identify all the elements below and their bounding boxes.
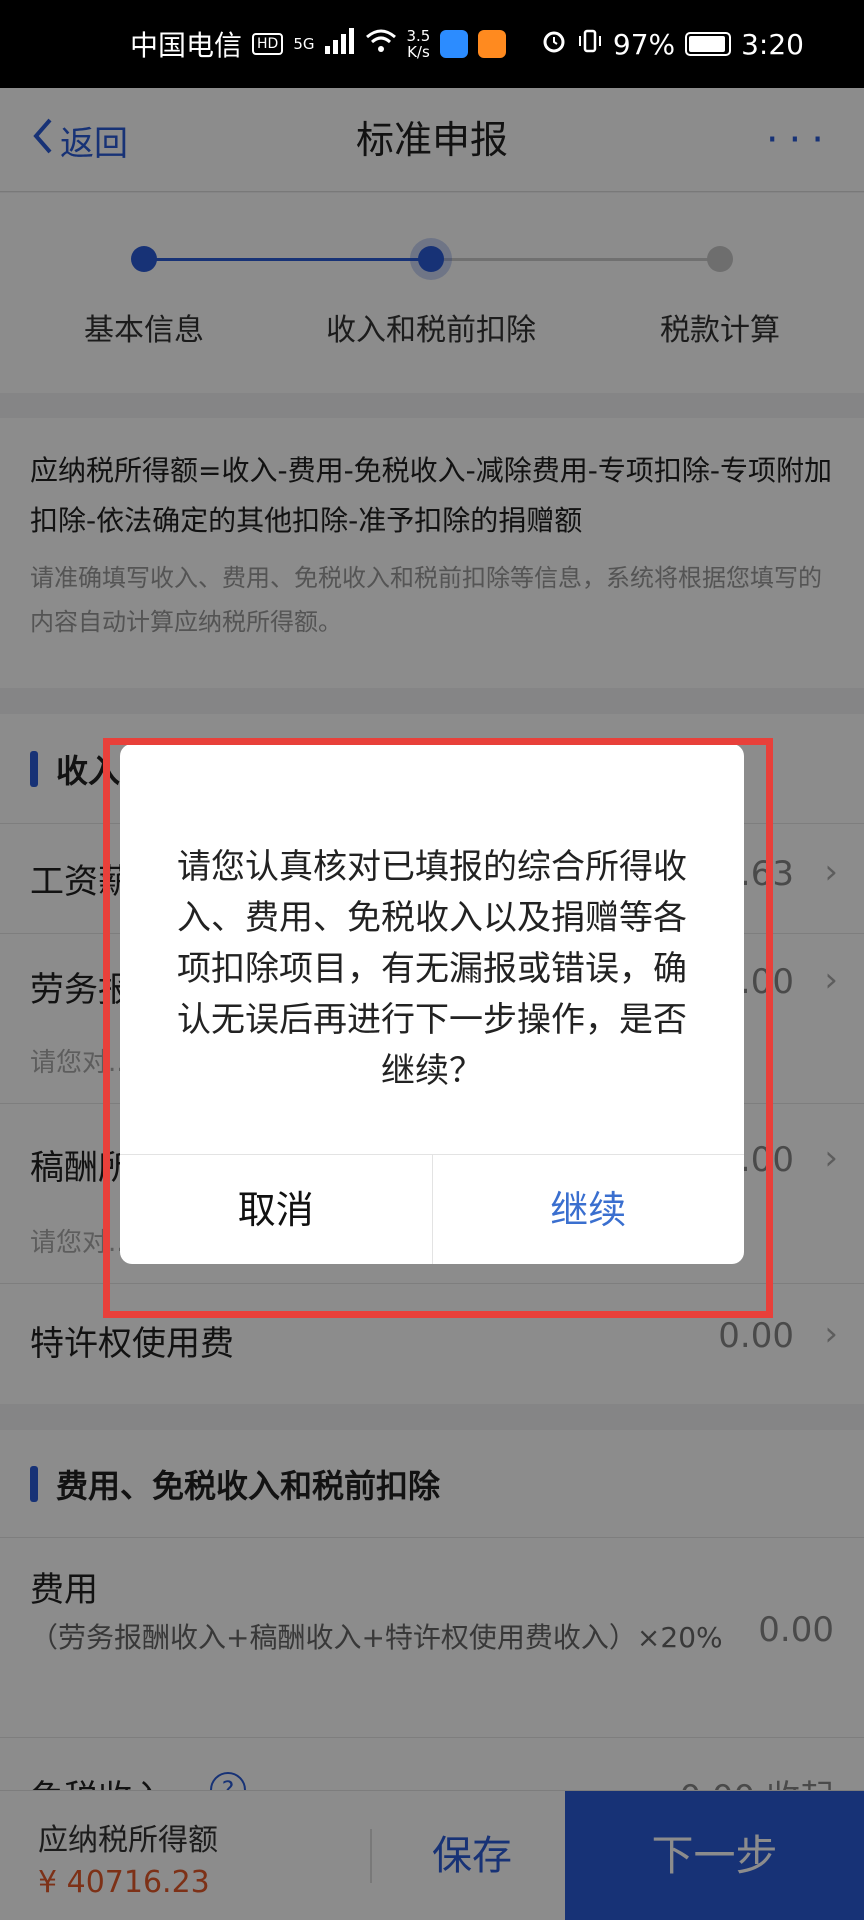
speed-value: 3.5	[406, 27, 431, 45]
signal-icon	[324, 27, 355, 61]
hd-badge: HD	[252, 33, 284, 55]
alarm-icon	[541, 28, 567, 61]
highlight-box	[103, 738, 773, 1318]
shield-app-icon	[440, 30, 469, 58]
network-speed: 3.5 K/s	[407, 28, 431, 60]
clock: 3:20	[741, 27, 804, 61]
carrier-label: 中国电信	[130, 29, 243, 62]
wifi-icon	[365, 28, 397, 61]
status-left: 中国电信 HD 5G 3.5 K/s	[130, 0, 507, 88]
network-label: 5G	[293, 35, 315, 53]
video-app-icon	[478, 30, 507, 58]
status-bar: 中国电信 HD 5G 3.5 K/s 97% 3:20	[0, 0, 864, 88]
speed-unit: K/s	[407, 43, 430, 61]
vibrate-icon	[577, 28, 603, 61]
battery-percent: 97%	[612, 27, 676, 61]
status-right: 97% 3:20	[541, 0, 804, 88]
battery-icon	[685, 32, 732, 56]
